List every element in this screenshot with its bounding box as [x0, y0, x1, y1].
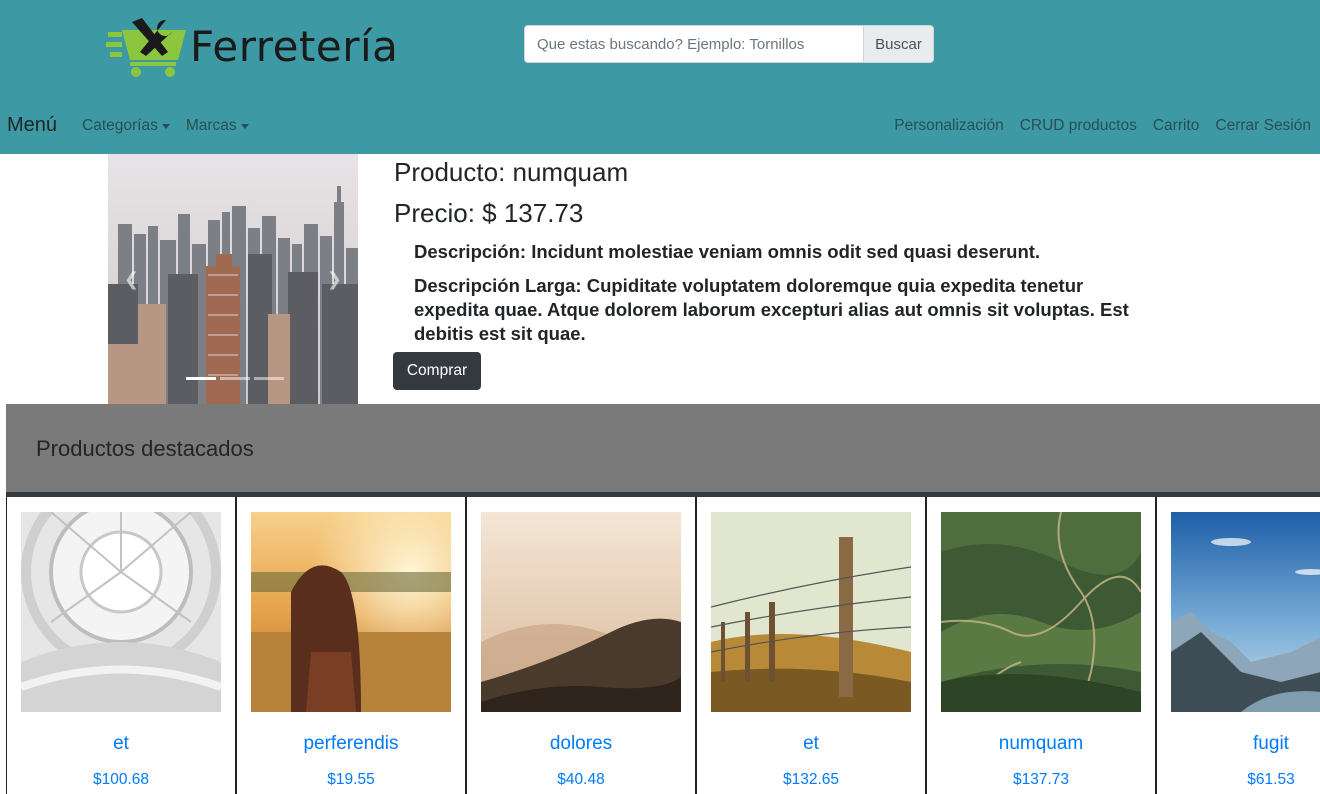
nav-categories-dropdown[interactable]: Categorías — [82, 117, 170, 135]
misty-hills-photo — [481, 512, 681, 712]
nav-brands-dropdown[interactable]: Marcas — [186, 117, 249, 135]
nav-crud-products-link[interactable]: CRUD productos — [1020, 117, 1137, 135]
search-input[interactable] — [524, 25, 863, 63]
mountains-photo — [1171, 512, 1320, 712]
product-card-price: $19.55 — [327, 771, 375, 788]
product-price: Precio: $ 137.73 — [394, 198, 584, 228]
sunset-girl-photo — [251, 512, 451, 712]
product-card-price: $40.48 — [557, 771, 605, 788]
menu-brand[interactable]: Menú — [7, 114, 57, 137]
product-card[interactable]: numquam $137.73 — [926, 497, 1156, 794]
featured-products-list: et $100.68 perferendis $19.55 dolores $4… — [6, 497, 1320, 794]
buy-button[interactable]: Comprar — [393, 352, 481, 390]
brand-logo[interactable]: Ferretería — [106, 14, 398, 78]
featured-header: Productos destacados — [6, 404, 1320, 492]
nav-categories-label: Categorías — [82, 117, 158, 134]
atrium-photo — [21, 512, 221, 712]
carousel-indicator[interactable] — [254, 377, 284, 380]
aerial-valley-photo — [941, 512, 1141, 712]
product-card-name[interactable]: fugit — [1157, 733, 1320, 755]
caret-down-icon — [161, 123, 170, 129]
nav-brands-label: Marcas — [185, 117, 237, 134]
carousel-indicator[interactable] — [186, 377, 216, 380]
product-card-name[interactable]: numquam — [927, 733, 1155, 755]
city-skyline-photo — [108, 154, 358, 404]
fence-photo — [711, 512, 911, 712]
caret-down-icon — [240, 123, 249, 129]
product-card-name[interactable]: dolores — [467, 733, 695, 755]
product-description: Descripción: Incidunt molestiae veniam o… — [414, 241, 1041, 262]
product-card-image[interactable] — [711, 512, 911, 712]
product-card[interactable]: fugit $61.53 — [1156, 497, 1320, 794]
featured-title: Productos destacados — [36, 436, 254, 461]
product-card-image[interactable] — [941, 512, 1141, 712]
nav-left: Categorías Marcas — [82, 117, 249, 135]
product-card-price: $100.68 — [92, 771, 150, 788]
product-card-name[interactable]: et — [7, 733, 235, 755]
search-form: Buscar — [524, 25, 934, 63]
carousel-indicators — [186, 377, 284, 380]
search-button[interactable]: Buscar — [863, 25, 934, 63]
carousel-prev-icon[interactable]: ❮ — [124, 269, 139, 290]
top-header: Ferretería Buscar Menú Categorías Marcas… — [0, 0, 1320, 154]
carousel-next-icon[interactable]: ❯ — [327, 269, 342, 290]
product-card-image[interactable] — [1171, 512, 1320, 712]
brand-name: Ferretería — [190, 21, 399, 71]
product-card[interactable]: perferendis $19.55 — [236, 497, 466, 794]
product-card-name[interactable]: et — [697, 733, 925, 755]
nav-cart-link[interactable]: Carrito — [1153, 117, 1200, 135]
carousel-indicator[interactable] — [220, 377, 250, 380]
nav-right: Personalización CRUD productos Carrito C… — [894, 117, 1311, 135]
product-carousel[interactable]: ❮ ❯ — [108, 154, 358, 404]
nav-personalization-link[interactable]: Personalización — [894, 117, 1003, 135]
product-long-description: Descripción Larga: Cupiditate voluptatem… — [414, 275, 1129, 344]
nav-logout-link[interactable]: Cerrar Sesión — [1215, 117, 1311, 135]
product-card-price: $61.53 — [1247, 771, 1295, 788]
product-card[interactable]: dolores $40.48 — [466, 497, 696, 794]
product-card[interactable]: et $132.65 — [696, 497, 926, 794]
product-card-image[interactable] — [251, 512, 451, 712]
product-card-price: $137.73 — [1012, 771, 1070, 788]
product-title: Producto: numquam — [394, 157, 629, 187]
product-card-price: $132.65 — [782, 771, 840, 788]
product-card-image[interactable] — [21, 512, 221, 712]
hardware-cart-logo-icon — [106, 18, 186, 77]
product-card-image[interactable] — [481, 512, 681, 712]
product-card-name[interactable]: perferendis — [237, 733, 465, 755]
product-card[interactable]: et $100.68 — [6, 497, 236, 794]
